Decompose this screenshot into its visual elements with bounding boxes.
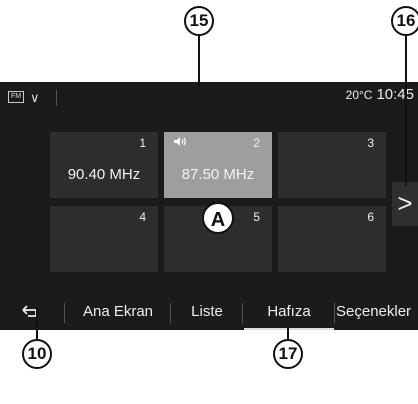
divider (242, 303, 243, 323)
preset-tile-1[interactable]: 1 90.40 MHz (50, 132, 158, 198)
tab-options[interactable]: Seçenekler (336, 297, 418, 330)
divider (170, 303, 171, 323)
preset-number: 1 (139, 136, 146, 150)
chevron-down-icon[interactable]: ∨ (30, 90, 40, 106)
label-a-badge: A (202, 202, 234, 234)
next-page-button[interactable]: > (392, 182, 418, 226)
divider (56, 90, 57, 106)
temperature: 20°C (345, 88, 373, 102)
callout-line (405, 34, 407, 186)
tab-home[interactable]: Ana Ekran (66, 297, 170, 330)
preset-number: 3 (367, 136, 374, 150)
preset-number: 2 (253, 136, 260, 150)
tab-list[interactable]: Liste (172, 297, 242, 330)
callout-16: 16 (391, 6, 418, 36)
radio-source-icon[interactable]: FM (8, 91, 24, 103)
speaker-icon (173, 136, 187, 150)
preset-number: 6 (367, 210, 374, 224)
callout-10: 10 (22, 339, 52, 369)
preset-tile-6[interactable]: 6 (278, 206, 386, 272)
callout-15: 15 (184, 6, 214, 36)
callout-line (198, 34, 200, 86)
preset-tile-4[interactable]: 4 (50, 206, 158, 272)
preset-number: 4 (139, 210, 146, 224)
tab-memory[interactable]: Hafıza (244, 297, 334, 330)
preset-frequency: 87.50 MHz (181, 166, 255, 183)
divider (334, 303, 335, 323)
status-readout: 20°C 10:45 (346, 86, 414, 103)
divider (64, 303, 65, 323)
preset-tile-2[interactable]: 2 87.50 MHz (164, 132, 272, 198)
preset-tile-3[interactable]: 3 (278, 132, 386, 198)
bottom-tab-bar: Ana Ekran Liste Hafıza Seçenekler (0, 297, 418, 330)
callout-17: 17 (273, 339, 303, 369)
callout-line (36, 307, 38, 341)
preset-frequency: 90.40 MHz (67, 166, 141, 183)
preset-number: 5 (253, 210, 260, 224)
status-bar: FM ∨ 20°C 10:45 (0, 82, 418, 114)
clock: 10:45 (376, 86, 414, 103)
